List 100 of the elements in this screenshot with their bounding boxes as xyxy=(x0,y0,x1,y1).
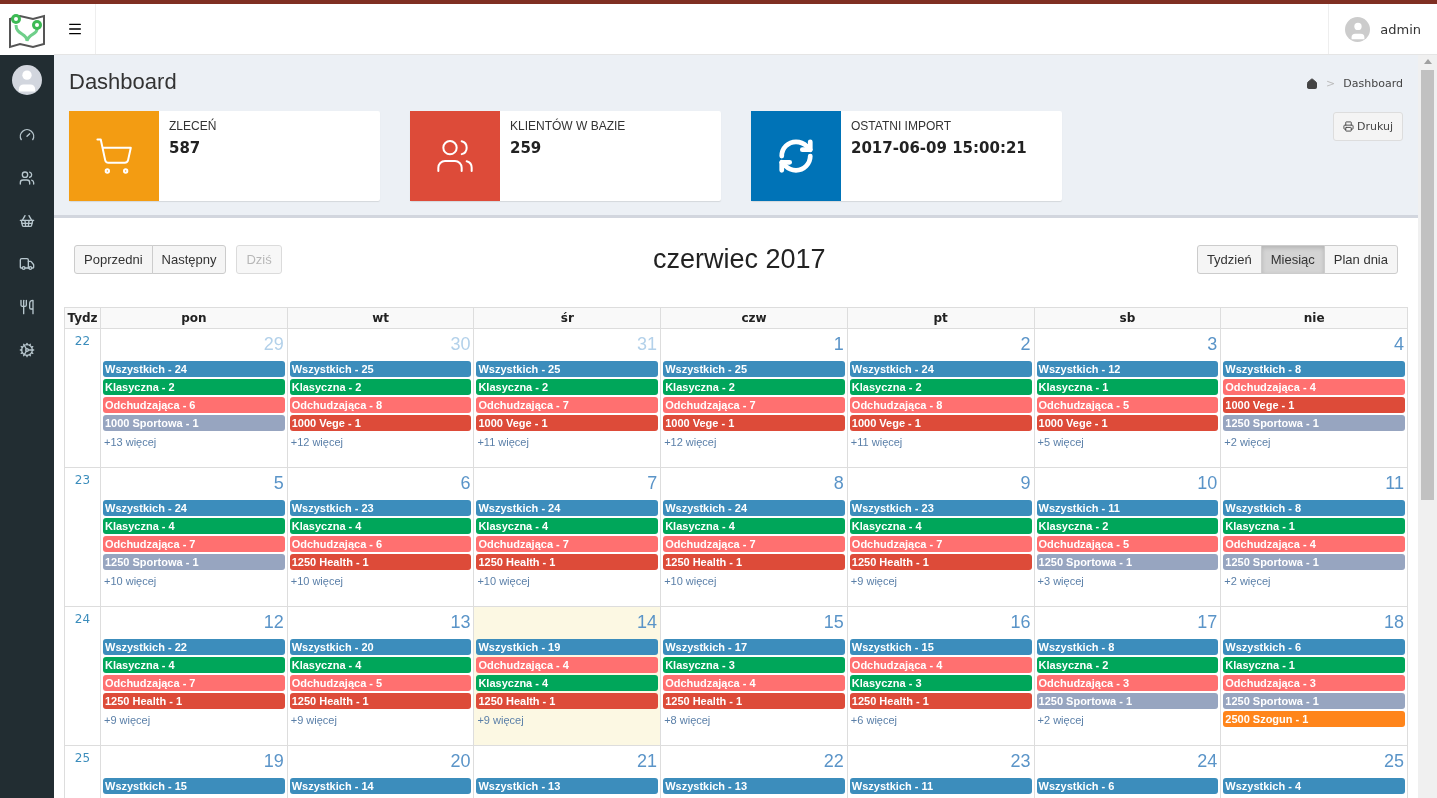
calendar-event[interactable]: Wszystkich - 24 xyxy=(663,500,845,516)
calendar-event[interactable]: Wszystkich - 12 xyxy=(1036,361,1219,377)
calendar-event[interactable]: Wszystkich - 25 xyxy=(663,361,845,377)
calendar-event[interactable]: Wszystkich - 17 xyxy=(663,639,845,655)
day-number[interactable]: 23 xyxy=(1009,748,1032,778)
day-number[interactable]: 14 xyxy=(636,609,659,639)
day-number[interactable]: 4 xyxy=(1392,331,1405,361)
more-link[interactable]: +5 więcej xyxy=(1036,433,1219,451)
more-link[interactable]: +13 więcej xyxy=(103,433,285,451)
calendar-event[interactable]: Klasyczna - 3 xyxy=(849,675,1032,691)
calendar-event[interactable]: Wszystkich - 23 xyxy=(289,500,472,516)
print-button[interactable]: Drukuj xyxy=(1332,112,1403,141)
calendar-event[interactable]: 1250 Health - 1 xyxy=(663,693,845,709)
calendar-event[interactable]: Wszystkich - 8 xyxy=(1223,500,1405,516)
calendar-event[interactable]: Klasyczna - 4 xyxy=(476,518,659,534)
calendar-event[interactable]: Odchudzająca - 7 xyxy=(476,536,659,552)
more-link[interactable]: +11 więcej xyxy=(476,433,659,451)
calendar-event[interactable]: 1000 Sportowa - 1 xyxy=(103,415,285,431)
view-button[interactable]: Miesiąc xyxy=(1260,245,1325,274)
calendar-event[interactable]: Wszystkich - 24 xyxy=(103,500,285,516)
calendar-event[interactable]: 1000 Vege - 1 xyxy=(849,415,1032,431)
day-number[interactable]: 10 xyxy=(1196,470,1219,500)
more-link[interactable]: +9 więcej xyxy=(849,572,1032,590)
calendar-event[interactable]: 1250 Sportowa - 1 xyxy=(1036,554,1219,570)
calendar-event[interactable]: Odchudzająca - 4 xyxy=(849,657,1032,673)
calendar-event[interactable]: Klasyczna - 4 xyxy=(663,518,845,534)
calendar-event[interactable]: 1250 Health - 1 xyxy=(476,693,659,709)
calendar-event[interactable]: Wszystkich - 25 xyxy=(289,361,472,377)
calendar-event[interactable]: Wszystkich - 25 xyxy=(476,361,659,377)
calendar-event[interactable]: 1250 Health - 1 xyxy=(849,693,1032,709)
day-number[interactable]: 11 xyxy=(1384,470,1405,500)
more-link[interactable]: +9 więcej xyxy=(289,711,472,729)
view-button[interactable]: Plan dnia xyxy=(1323,245,1398,274)
calendar-event[interactable]: Wszystkich - 15 xyxy=(103,778,285,794)
calendar-event[interactable]: 1250 Sportowa - 1 xyxy=(1223,693,1405,709)
calendar-event[interactable]: 1250 Sportowa - 1 xyxy=(1223,554,1405,570)
day-number[interactable]: 7 xyxy=(646,470,659,500)
week-number[interactable]: 23 xyxy=(74,473,91,487)
calendar-event[interactable]: Odchudzająca - 4 xyxy=(1223,379,1405,395)
calendar-event[interactable]: Klasyczna - 2 xyxy=(849,379,1032,395)
calendar-event[interactable]: 1250 Health - 1 xyxy=(476,554,659,570)
more-link[interactable]: +10 więcej xyxy=(103,572,285,590)
calendar-event[interactable]: 1250 Health - 1 xyxy=(663,554,845,570)
day-number[interactable]: 16 xyxy=(1009,609,1032,639)
more-link[interactable]: +2 więcej xyxy=(1223,572,1405,590)
calendar-event[interactable]: Wszystkich - 6 xyxy=(1223,639,1405,655)
home-icon[interactable] xyxy=(1306,77,1319,90)
calendar-event[interactable]: 1250 Health - 1 xyxy=(289,554,472,570)
day-number[interactable]: 8 xyxy=(832,470,845,500)
calendar-event[interactable]: 1000 Vege - 1 xyxy=(289,415,472,431)
calendar-event[interactable]: Odchudzająca - 8 xyxy=(849,397,1032,413)
week-number[interactable]: 24 xyxy=(74,612,91,626)
calendar-event[interactable]: 1000 Vege - 1 xyxy=(1223,397,1405,413)
nav-button[interactable]: Poprzedni xyxy=(74,245,153,274)
view-button[interactable]: Tydzień xyxy=(1196,245,1262,274)
more-link[interactable]: +12 więcej xyxy=(663,433,845,451)
calendar-event[interactable]: Klasyczna - 4 xyxy=(476,675,659,691)
calendar-event[interactable]: Odchudzająca - 7 xyxy=(476,397,659,413)
more-link[interactable]: +10 więcej xyxy=(663,572,845,590)
more-link[interactable]: +10 więcej xyxy=(289,572,472,590)
calendar-event[interactable]: Klasyczna - 4 xyxy=(103,657,285,673)
calendar-event[interactable]: Wszystkich - 4 xyxy=(1223,778,1405,794)
day-number[interactable]: 5 xyxy=(272,470,285,500)
user-menu[interactable]: admin xyxy=(1328,4,1437,54)
calendar-event[interactable]: Wszystkich - 22 xyxy=(103,639,285,655)
calendar-event[interactable]: Klasyczna - 1 xyxy=(1223,518,1405,534)
day-number[interactable]: 15 xyxy=(822,609,845,639)
calendar-event[interactable]: Klasyczna - 2 xyxy=(476,379,659,395)
calendar-event[interactable]: 1250 Sportowa - 1 xyxy=(1223,415,1405,431)
day-number[interactable]: 1 xyxy=(832,331,845,361)
day-number[interactable]: 21 xyxy=(636,748,659,778)
calendar-event[interactable]: Odchudzająca - 7 xyxy=(103,536,285,552)
calendar-event[interactable]: Wszystkich - 20 xyxy=(289,639,472,655)
calendar-event[interactable]: Odchudzająca - 7 xyxy=(663,536,845,552)
week-number[interactable]: 22 xyxy=(74,334,91,348)
day-number[interactable]: 3 xyxy=(1206,331,1219,361)
calendar-event[interactable]: Odchudzająca - 3 xyxy=(1036,675,1219,691)
calendar-event[interactable]: Klasyczna - 2 xyxy=(663,379,845,395)
week-number[interactable]: 25 xyxy=(74,751,91,765)
calendar-event[interactable]: Klasyczna - 2 xyxy=(1036,657,1219,673)
calendar-event[interactable]: Wszystkich - 24 xyxy=(476,500,659,516)
calendar-event[interactable]: Odchudzająca - 6 xyxy=(103,397,285,413)
calendar-event[interactable]: Odchudzająca - 4 xyxy=(663,675,845,691)
calendar-event[interactable]: 2500 Szogun - 1 xyxy=(1223,711,1405,727)
day-number[interactable]: 19 xyxy=(262,748,285,778)
calendar-event[interactable]: Wszystkich - 24 xyxy=(849,361,1032,377)
more-link[interactable]: +12 więcej xyxy=(289,433,472,451)
calendar-event[interactable]: Klasyczna - 4 xyxy=(289,657,472,673)
calendar-event[interactable]: Odchudzająca - 7 xyxy=(103,675,285,691)
calendar-event[interactable]: Odchudzająca - 6 xyxy=(289,536,472,552)
more-link[interactable]: +10 więcej xyxy=(476,572,659,590)
breadcrumb-item[interactable]: Dashboard xyxy=(1343,77,1403,90)
calendar-event[interactable]: Wszystkich - 13 xyxy=(663,778,845,794)
more-link[interactable]: +8 więcej xyxy=(663,711,845,729)
more-link[interactable]: +11 więcej xyxy=(849,433,1032,451)
calendar-event[interactable]: 1250 Sportowa - 1 xyxy=(103,554,285,570)
calendar-event[interactable]: Klasyczna - 1 xyxy=(1223,657,1405,673)
more-link[interactable]: +9 więcej xyxy=(103,711,285,729)
calendar-event[interactable]: Odchudzająca - 5 xyxy=(1036,397,1219,413)
calendar-event[interactable]: Odchudzająca - 7 xyxy=(849,536,1032,552)
